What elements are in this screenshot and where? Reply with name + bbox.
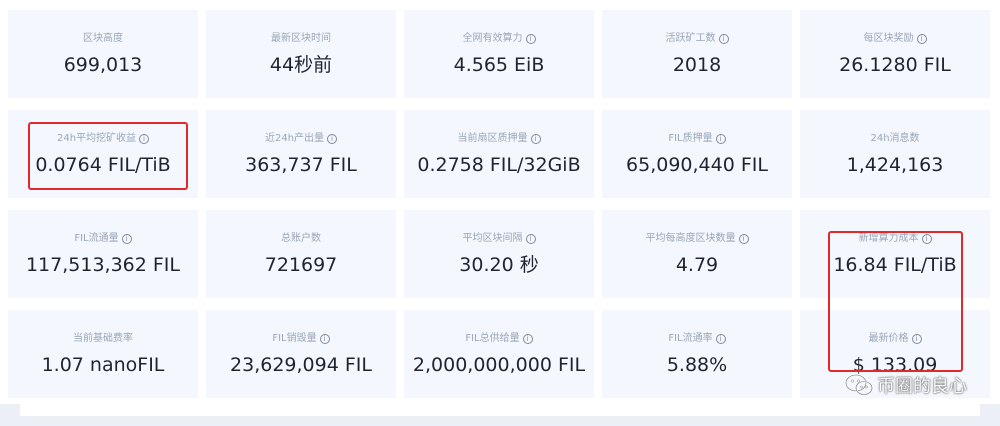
stat-value: 363,737 FIL bbox=[245, 154, 357, 176]
bottom-bar bbox=[0, 404, 1000, 426]
info-icon[interactable]: i bbox=[525, 234, 536, 244]
stat-label: 24h消息数 bbox=[870, 133, 920, 144]
stat-card-fil-burnt: FIL销毁量 i 23,629,094 FIL bbox=[206, 310, 396, 398]
stat-value: 699,013 bbox=[63, 54, 143, 76]
stat-value: 65,090,440 FIL bbox=[626, 154, 768, 176]
stat-value: 117,513,362 FIL bbox=[25, 254, 181, 276]
stat-card-active-miners: 活跃矿工数 i 2018 bbox=[602, 10, 792, 98]
stat-value: 0.2758 FIL/32GiB bbox=[417, 154, 581, 176]
watermark: 币圈的良心 bbox=[845, 372, 967, 398]
stat-label: 区块高度 bbox=[83, 33, 123, 44]
stat-label: FIL流通率 i bbox=[668, 332, 726, 346]
stat-label: 当前基础费率 bbox=[73, 333, 133, 344]
info-icon[interactable]: i bbox=[525, 34, 536, 44]
stat-value: 2018 bbox=[672, 54, 722, 76]
wechat-icon bbox=[845, 374, 873, 396]
stat-value: 23,629,094 FIL bbox=[230, 354, 372, 376]
stat-label: 近24h产出量 i bbox=[265, 132, 338, 146]
stat-label: FIL销毁量 i bbox=[272, 332, 330, 346]
info-icon[interactable]: i bbox=[121, 234, 132, 244]
stat-value: 1,424,163 bbox=[846, 154, 944, 176]
stat-value: 4.565 EiB bbox=[453, 54, 545, 76]
stat-card-block-reward: 每区块奖励 i 26.1280 FIL bbox=[800, 10, 990, 98]
stat-value: 2,000,000,000 FIL bbox=[412, 354, 586, 376]
stat-label: 全网有效算力 i bbox=[463, 32, 536, 46]
stat-card-base-fee: 当前基础费率 1.07 nanoFIL bbox=[8, 310, 198, 398]
stat-value: 26.1280 FIL bbox=[839, 54, 951, 76]
stat-value: 44秒前 bbox=[269, 54, 333, 76]
info-icon[interactable]: i bbox=[319, 334, 330, 344]
stat-value: 1.07 nanoFIL bbox=[41, 354, 165, 376]
watermark-text: 币圈的良心 bbox=[877, 376, 967, 397]
stat-card-total-supply: FIL总供给量 i 2,000,000,000 FIL bbox=[404, 310, 594, 398]
info-icon[interactable]: i bbox=[530, 134, 541, 144]
stat-card-circulating-supply: FIL流通量 i 117,513,362 FIL bbox=[8, 210, 198, 298]
stat-value: 721697 bbox=[264, 254, 338, 276]
info-icon[interactable]: i bbox=[916, 34, 927, 44]
stat-card-network-power: 全网有效算力 i 4.565 EiB bbox=[404, 10, 594, 98]
highlight-box-cost-and-price bbox=[828, 231, 963, 372]
info-icon[interactable]: i bbox=[522, 334, 533, 344]
stat-card-fil-pledged: FIL质押量 i 65,090,440 FIL bbox=[602, 110, 792, 198]
stat-label: 平均区块间隔 i bbox=[463, 232, 536, 246]
stat-label: 平均每高度区块数量 i bbox=[646, 232, 749, 246]
stat-card-avg-blocks-per-height: 平均每高度区块数量 i 4.79 bbox=[602, 210, 792, 298]
stat-label: 总账户数 bbox=[281, 233, 321, 244]
stat-label: 最新区块时间 bbox=[271, 33, 331, 44]
info-icon[interactable]: i bbox=[715, 334, 726, 344]
info-icon[interactable]: i bbox=[327, 134, 338, 144]
stat-label: 当前扇区质押量 i bbox=[458, 132, 541, 146]
stat-value: 30.20 秒 bbox=[459, 254, 539, 276]
stat-card-block-height: 区块高度 699,013 bbox=[8, 10, 198, 98]
stat-value: 5.88% bbox=[666, 354, 728, 376]
info-icon[interactable]: i bbox=[715, 134, 726, 144]
stat-value: 4.79 bbox=[675, 254, 719, 276]
stat-label: FIL质押量 i bbox=[668, 132, 726, 146]
stat-label: 活跃矿工数 i bbox=[666, 32, 729, 46]
stat-label: 每区块奖励 i bbox=[864, 32, 927, 46]
stat-card-circulation-rate: FIL流通率 i 5.88% bbox=[602, 310, 792, 398]
stat-label: FIL流通量 i bbox=[74, 232, 132, 246]
stat-label: FIL总供给量 i bbox=[465, 332, 533, 346]
stat-card-24h-messages: 24h消息数 1,424,163 bbox=[800, 110, 990, 198]
stat-card-sector-pledge: 当前扇区质押量 i 0.2758 FIL/32GiB bbox=[404, 110, 594, 198]
stat-card-latest-block-time: 最新区块时间 44秒前 bbox=[206, 10, 396, 98]
stat-card-total-accounts: 总账户数 721697 bbox=[206, 210, 396, 298]
highlight-box-mining-reward bbox=[28, 122, 188, 190]
info-icon[interactable]: i bbox=[738, 234, 749, 244]
bottom-bar-inner bbox=[20, 404, 980, 416]
stat-card-24h-output: 近24h产出量 i 363,737 FIL bbox=[206, 110, 396, 198]
stat-card-avg-block-interval: 平均区块间隔 i 30.20 秒 bbox=[404, 210, 594, 298]
info-icon[interactable]: i bbox=[718, 34, 729, 44]
